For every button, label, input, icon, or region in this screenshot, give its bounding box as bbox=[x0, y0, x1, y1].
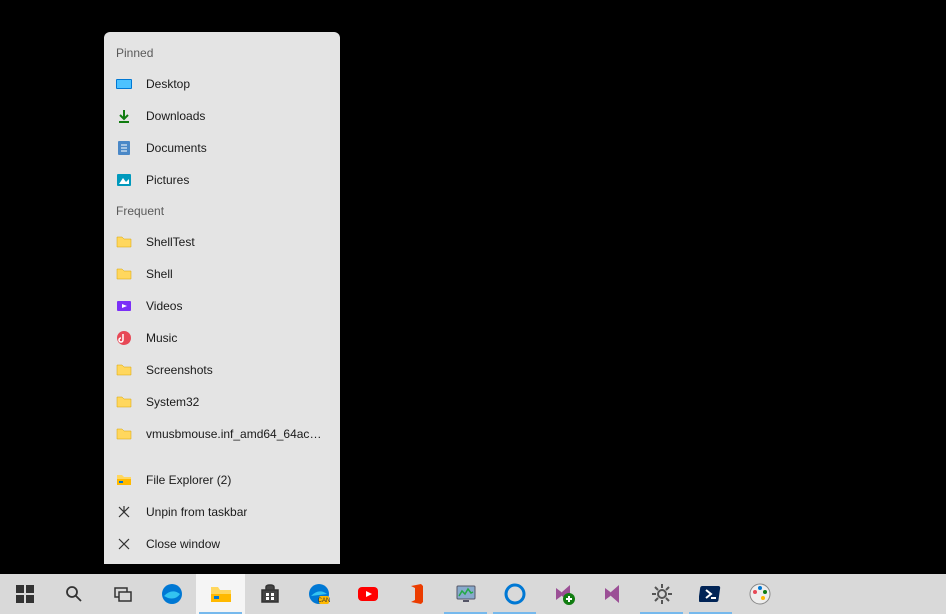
frequent-item-videos[interactable]: Videos bbox=[104, 290, 340, 322]
videos-icon bbox=[116, 298, 132, 314]
powershell-icon bbox=[699, 582, 723, 606]
taskbar-powershell[interactable] bbox=[686, 574, 735, 614]
pinned-item-downloads[interactable]: Downloads bbox=[104, 100, 340, 132]
edge-canary-icon: CAN bbox=[307, 582, 331, 606]
taskbar-edge-canary[interactable]: CAN bbox=[294, 574, 343, 614]
taskbar-sysinfo[interactable] bbox=[441, 574, 490, 614]
file-explorer-jumplist: Pinned Desktop Downloads Documents Pictu… bbox=[104, 32, 340, 564]
paint-icon bbox=[748, 582, 772, 606]
monitor-icon bbox=[454, 582, 478, 606]
taskbar: CAN bbox=[0, 574, 946, 614]
edge-icon bbox=[160, 582, 184, 606]
frequent-item-label: System32 bbox=[146, 395, 199, 409]
frequent-item-label: ShellTest bbox=[146, 235, 195, 249]
action-file-explorer[interactable]: File Explorer (2) bbox=[104, 464, 340, 496]
pinned-item-label: Pictures bbox=[146, 173, 189, 187]
action-label: Close window bbox=[146, 537, 220, 551]
frequent-item-music[interactable]: Music bbox=[104, 322, 340, 354]
action-label: Unpin from taskbar bbox=[146, 505, 247, 519]
taskbar-file-explorer[interactable] bbox=[196, 574, 245, 614]
taskbar-settings[interactable] bbox=[637, 574, 686, 614]
taskbar-edge[interactable] bbox=[147, 574, 196, 614]
action-label: File Explorer (2) bbox=[146, 473, 231, 487]
file-explorer-icon bbox=[116, 472, 132, 488]
music-icon bbox=[116, 330, 132, 346]
frequent-item-system32[interactable]: System32 bbox=[104, 386, 340, 418]
frequent-item-label: Music bbox=[146, 331, 177, 345]
desktop-icon bbox=[116, 76, 132, 92]
store-icon bbox=[258, 582, 282, 606]
taskbar-paint[interactable] bbox=[735, 574, 784, 614]
svg-text:CAN: CAN bbox=[317, 598, 330, 604]
folder-icon bbox=[116, 234, 132, 250]
frequent-item-label: vmusbmouse.inf_amd64_64ac7a0a... bbox=[146, 427, 328, 441]
pinned-item-label: Desktop bbox=[146, 77, 190, 91]
frequent-item-shelltest[interactable]: ShellTest bbox=[104, 226, 340, 258]
frequent-item-label: Screenshots bbox=[146, 363, 213, 377]
frequent-item-screenshots[interactable]: Screenshots bbox=[104, 354, 340, 386]
gear-icon bbox=[650, 582, 674, 606]
taskbar-office[interactable] bbox=[392, 574, 441, 614]
downloads-icon bbox=[116, 108, 132, 124]
file-explorer-icon bbox=[209, 582, 233, 606]
search-icon bbox=[62, 582, 86, 606]
frequent-item-label: Videos bbox=[146, 299, 182, 313]
pictures-icon bbox=[116, 172, 132, 188]
taskbar-visual-studio[interactable] bbox=[588, 574, 637, 614]
youtube-icon bbox=[356, 582, 380, 606]
office-icon bbox=[405, 582, 429, 606]
frequent-item-vmusbmouse[interactable]: vmusbmouse.inf_amd64_64ac7a0a... bbox=[104, 418, 340, 450]
search-button[interactable] bbox=[49, 574, 98, 614]
windows-logo-icon bbox=[13, 582, 37, 606]
task-view-icon bbox=[111, 582, 135, 606]
spacer bbox=[104, 450, 340, 464]
start-button[interactable] bbox=[0, 574, 49, 614]
frequent-item-label: Shell bbox=[146, 267, 173, 281]
unpin-icon bbox=[116, 504, 132, 520]
taskbar-store[interactable] bbox=[245, 574, 294, 614]
folder-icon bbox=[116, 362, 132, 378]
visual-studio-icon bbox=[601, 582, 625, 606]
folder-icon bbox=[116, 266, 132, 282]
pinned-item-desktop[interactable]: Desktop bbox=[104, 68, 340, 100]
folder-icon bbox=[116, 394, 132, 410]
pinned-item-documents[interactable]: Documents bbox=[104, 132, 340, 164]
pinned-item-pictures[interactable]: Pictures bbox=[104, 164, 340, 196]
close-icon bbox=[116, 536, 132, 552]
frequent-item-shell[interactable]: Shell bbox=[104, 258, 340, 290]
action-close-window[interactable]: Close window bbox=[104, 528, 340, 560]
task-view-button[interactable] bbox=[98, 574, 147, 614]
vs-installer-icon bbox=[552, 582, 576, 606]
pinned-item-label: Downloads bbox=[146, 109, 205, 123]
cortana-icon bbox=[503, 582, 527, 606]
frequent-section-header: Frequent bbox=[104, 196, 340, 226]
action-unpin[interactable]: Unpin from taskbar bbox=[104, 496, 340, 528]
documents-icon bbox=[116, 140, 132, 156]
taskbar-youtube[interactable] bbox=[343, 574, 392, 614]
taskbar-cortana[interactable] bbox=[490, 574, 539, 614]
folder-icon bbox=[116, 426, 132, 442]
taskbar-vs-installer[interactable] bbox=[539, 574, 588, 614]
pinned-item-label: Documents bbox=[146, 141, 207, 155]
pinned-section-header: Pinned bbox=[104, 38, 340, 68]
